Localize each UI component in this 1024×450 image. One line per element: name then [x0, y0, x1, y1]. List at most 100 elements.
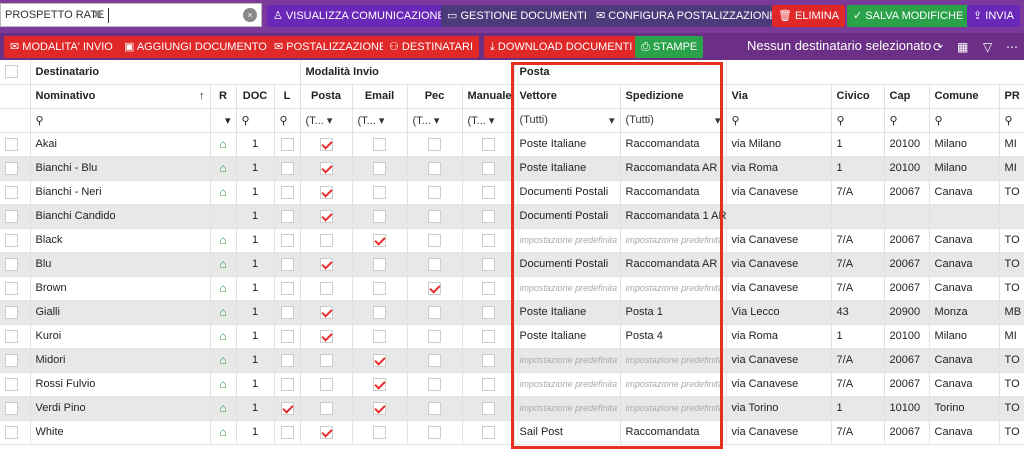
- row-select-cell[interactable]: [0, 276, 31, 301]
- toolbar-button[interactable]: ⇪ Invia: [967, 5, 1021, 27]
- cell-pec[interactable]: [407, 252, 463, 277]
- filter-manuale[interactable]: (T... ▾: [462, 108, 515, 133]
- email-checkbox[interactable]: [373, 353, 387, 367]
- cell-man[interactable]: [462, 324, 515, 349]
- pec-checkbox[interactable]: [428, 257, 442, 271]
- l-checkbox[interactable]: [280, 329, 294, 343]
- cell-pec[interactable]: [407, 228, 463, 253]
- posta-checkbox[interactable]: [319, 233, 333, 247]
- row-select-cell[interactable]: [0, 132, 31, 157]
- cell-pec[interactable]: [407, 324, 463, 349]
- cell-l[interactable]: [274, 372, 301, 397]
- posta-checkbox[interactable]: [319, 257, 333, 271]
- cell-email[interactable]: [352, 372, 408, 397]
- row-select-cell[interactable]: [0, 180, 31, 205]
- man-checkbox[interactable]: [481, 209, 495, 223]
- action-button[interactable]: ⎙ Stampe: [635, 36, 704, 58]
- cell-pec[interactable]: [407, 276, 463, 301]
- action-button[interactable]: ✉ Modalita' invio: [4, 36, 119, 58]
- pec-checkbox[interactable]: [428, 281, 442, 295]
- cell-spedizione[interactable]: impostazione predefinita: [620, 372, 727, 397]
- header-vettore[interactable]: Vettore: [514, 84, 621, 109]
- pec-checkbox[interactable]: [428, 161, 442, 175]
- cell-posta[interactable]: [300, 420, 353, 445]
- clear-search-icon[interactable]: ×: [243, 8, 257, 22]
- cell-posta[interactable]: [300, 348, 353, 373]
- email-checkbox[interactable]: [373, 281, 387, 295]
- l-checkbox[interactable]: [280, 281, 294, 295]
- man-checkbox[interactable]: [481, 425, 495, 439]
- row-checkbox[interactable]: [5, 305, 18, 319]
- cell-posta[interactable]: [300, 300, 353, 325]
- cell-vettore[interactable]: Poste Italiane: [514, 156, 621, 181]
- cell-vettore[interactable]: Poste Italiane: [514, 324, 621, 349]
- cell-man[interactable]: [462, 276, 515, 301]
- cell-l[interactable]: [274, 204, 301, 229]
- header-email[interactable]: Email: [352, 84, 408, 109]
- cell-man[interactable]: [462, 228, 515, 253]
- filter-civico[interactable]: ⚲: [831, 108, 885, 133]
- cell-l[interactable]: [274, 348, 301, 373]
- row-select-cell[interactable]: [0, 252, 31, 277]
- table-row[interactable]: Blu ⌂ 1 Documenti Postali Raccomandata AR via…: [0, 252, 1024, 277]
- search-box[interactable]: PROSPETTO RATE ✖ ×: [0, 3, 262, 27]
- row-checkbox[interactable]: [5, 257, 18, 271]
- table-row[interactable]: Kuroi ⌂ 1 Poste Italiane Posta 4 via Roma 1 201…: [0, 324, 1024, 349]
- cell-man[interactable]: [462, 132, 515, 157]
- cell-posta[interactable]: [300, 252, 353, 277]
- cell-posta[interactable]: [300, 204, 353, 229]
- table-row[interactable]: Brown ⌂ 1 impostazione predefinita impostazi…: [0, 276, 1024, 301]
- row-checkbox[interactable]: [5, 161, 18, 175]
- table-row[interactable]: Akai ⌂ 1 Poste Italiane Raccomandata via Mila…: [0, 132, 1024, 157]
- cell-vettore[interactable]: impostazione predefinita: [514, 276, 621, 301]
- row-checkbox[interactable]: [5, 209, 18, 223]
- toolbar-button[interactable]: ♙ Visualizza comunicazione: [267, 5, 451, 27]
- toolbar-button[interactable]: ✉ Configura postalizzazione: [590, 5, 783, 27]
- filter-comune[interactable]: ⚲: [929, 108, 1000, 133]
- cell-pec[interactable]: [407, 204, 463, 229]
- row-select-cell[interactable]: [0, 300, 31, 325]
- row-checkbox[interactable]: [5, 377, 18, 391]
- man-checkbox[interactable]: [481, 305, 495, 319]
- cell-email[interactable]: [352, 348, 408, 373]
- filter-pec[interactable]: (T... ▾: [407, 108, 463, 133]
- cell-spedizione[interactable]: Raccomandata: [620, 132, 727, 157]
- email-checkbox[interactable]: [373, 185, 387, 199]
- email-checkbox[interactable]: [373, 377, 387, 391]
- header-pec[interactable]: Pec: [407, 84, 463, 109]
- row-checkbox[interactable]: [5, 353, 18, 367]
- email-checkbox[interactable]: [373, 329, 387, 343]
- man-checkbox[interactable]: [481, 185, 495, 199]
- filter-pr[interactable]: ⚲: [999, 108, 1024, 133]
- cell-vettore[interactable]: Documenti Postali: [514, 180, 621, 205]
- row-select-cell[interactable]: [0, 324, 31, 349]
- cell-email[interactable]: [352, 156, 408, 181]
- row-select-cell[interactable]: [0, 204, 31, 229]
- cell-spedizione[interactable]: Raccomandata AR: [620, 252, 727, 277]
- cell-pec[interactable]: [407, 372, 463, 397]
- header-l[interactable]: L: [274, 84, 301, 109]
- l-checkbox[interactable]: [280, 401, 294, 415]
- email-checkbox[interactable]: [373, 425, 387, 439]
- cell-spedizione[interactable]: Raccomandata: [620, 420, 727, 445]
- cell-spedizione[interactable]: Raccomandata AR: [620, 156, 727, 181]
- l-checkbox[interactable]: [280, 185, 294, 199]
- table-row[interactable]: Bianchi Candido 1 Documenti Postali Raccoma…: [0, 204, 1024, 229]
- header-pr[interactable]: PR: [999, 84, 1024, 109]
- man-checkbox[interactable]: [481, 281, 495, 295]
- cell-pec[interactable]: [407, 180, 463, 205]
- l-checkbox[interactable]: [280, 305, 294, 319]
- cell-man[interactable]: [462, 180, 515, 205]
- cell-l[interactable]: [274, 180, 301, 205]
- email-checkbox[interactable]: [373, 305, 387, 319]
- cell-pec[interactable]: [407, 300, 463, 325]
- header-spedizione[interactable]: Spedizione: [620, 84, 727, 109]
- table-row[interactable]: Verdi Pino ⌂ 1 impostazione predefinita impo…: [0, 396, 1024, 421]
- cell-vettore[interactable]: Documenti Postali: [514, 204, 621, 229]
- columns-icon[interactable]: ▦: [957, 40, 968, 54]
- filter-cap[interactable]: ⚲: [884, 108, 930, 133]
- cell-posta[interactable]: [300, 276, 353, 301]
- cell-email[interactable]: [352, 300, 408, 325]
- cell-posta[interactable]: [300, 372, 353, 397]
- table-row[interactable]: White ⌂ 1 Sail Post Raccomandata via Canavese…: [0, 420, 1024, 445]
